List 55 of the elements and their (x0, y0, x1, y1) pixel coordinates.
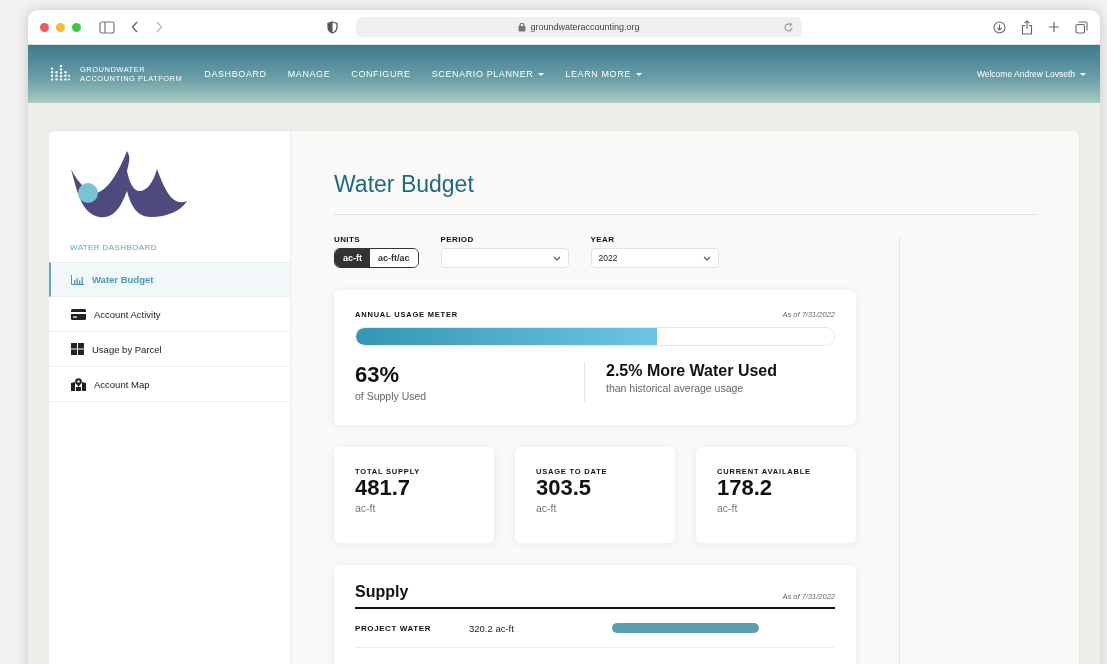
stat-value: 481.7 (355, 476, 412, 500)
credit-card-icon (71, 308, 86, 320)
stat-value: 178.2 (717, 476, 774, 500)
chevron-down-icon (552, 256, 561, 261)
sidebar-item[interactable]: Account Activity (49, 297, 290, 332)
nav-link[interactable]: MANAGE (287, 69, 331, 79)
download-icon[interactable] (993, 20, 1006, 34)
caret-icon (538, 72, 545, 76)
comparison-caption: than historical average usage (606, 382, 745, 394)
back-icon[interactable] (131, 21, 139, 33)
sidebar-item[interactable]: Usage by Parcel (49, 332, 290, 367)
close-icon[interactable] (40, 22, 49, 32)
nav-link[interactable]: SCENARIO PLANNER (431, 69, 545, 79)
map-pin-icon (71, 377, 86, 391)
percent-used: 63% (355, 362, 401, 388)
caret-icon (1080, 72, 1086, 76)
percent-caption: of Supply Used (355, 390, 428, 402)
caret-icon (635, 72, 642, 76)
stat-unit: ac-ft (355, 502, 377, 514)
lock-icon (518, 22, 527, 32)
logo-icon[interactable] (50, 65, 70, 83)
user-menu[interactable]: Welcome Andrew Lovseth (976, 69, 1086, 79)
supply-title: Supply (355, 583, 409, 601)
grid-icon (71, 343, 84, 355)
nav-link[interactable]: DASHBOARD (204, 69, 267, 79)
units-label: UNITS (334, 235, 361, 244)
address-bar[interactable]: groundwateraccounting.org (356, 17, 802, 37)
period-label: PERIOD (440, 235, 475, 244)
stat-unit: ac-ft (536, 502, 558, 514)
supply-amount: 320.2 ac-ft (469, 622, 515, 634)
units-option[interactable]: ac-ft (335, 249, 370, 267)
sidebar-heading: WATER DASHBOARD (70, 243, 158, 252)
year-label: YEAR (590, 235, 616, 244)
sidebar-icon[interactable] (99, 20, 115, 34)
share-icon[interactable] (1021, 19, 1033, 35)
bar-chart-icon (71, 274, 84, 285)
tabs-icon[interactable] (1075, 20, 1088, 34)
supply-name: PROJECT WATER (355, 623, 433, 633)
sidebar-item[interactable]: Water Budget (49, 262, 290, 297)
new-tab-icon[interactable] (1048, 21, 1060, 33)
sidebar-item[interactable]: Account Map (49, 367, 290, 402)
stat-unit: ac-ft (717, 502, 739, 514)
units-option[interactable]: ac-ft/ac (370, 249, 418, 267)
stat-value: 303.5 (536, 476, 593, 500)
forward-icon[interactable] (155, 21, 163, 33)
year-select[interactable]: 2022 (590, 248, 719, 268)
reload-icon[interactable] (783, 22, 794, 33)
url-text: groundwateraccounting.org (530, 22, 640, 32)
chevron-down-icon (702, 256, 711, 261)
zoom-icon[interactable] (72, 22, 81, 32)
shield-icon[interactable] (327, 20, 338, 34)
nav-link[interactable]: CONFIGURE (351, 69, 411, 79)
page-title: Water Budget (334, 171, 1037, 215)
comparison-text: 2.5% More Water Used (606, 362, 778, 380)
nav-link[interactable]: LEARN MORE (565, 69, 642, 79)
